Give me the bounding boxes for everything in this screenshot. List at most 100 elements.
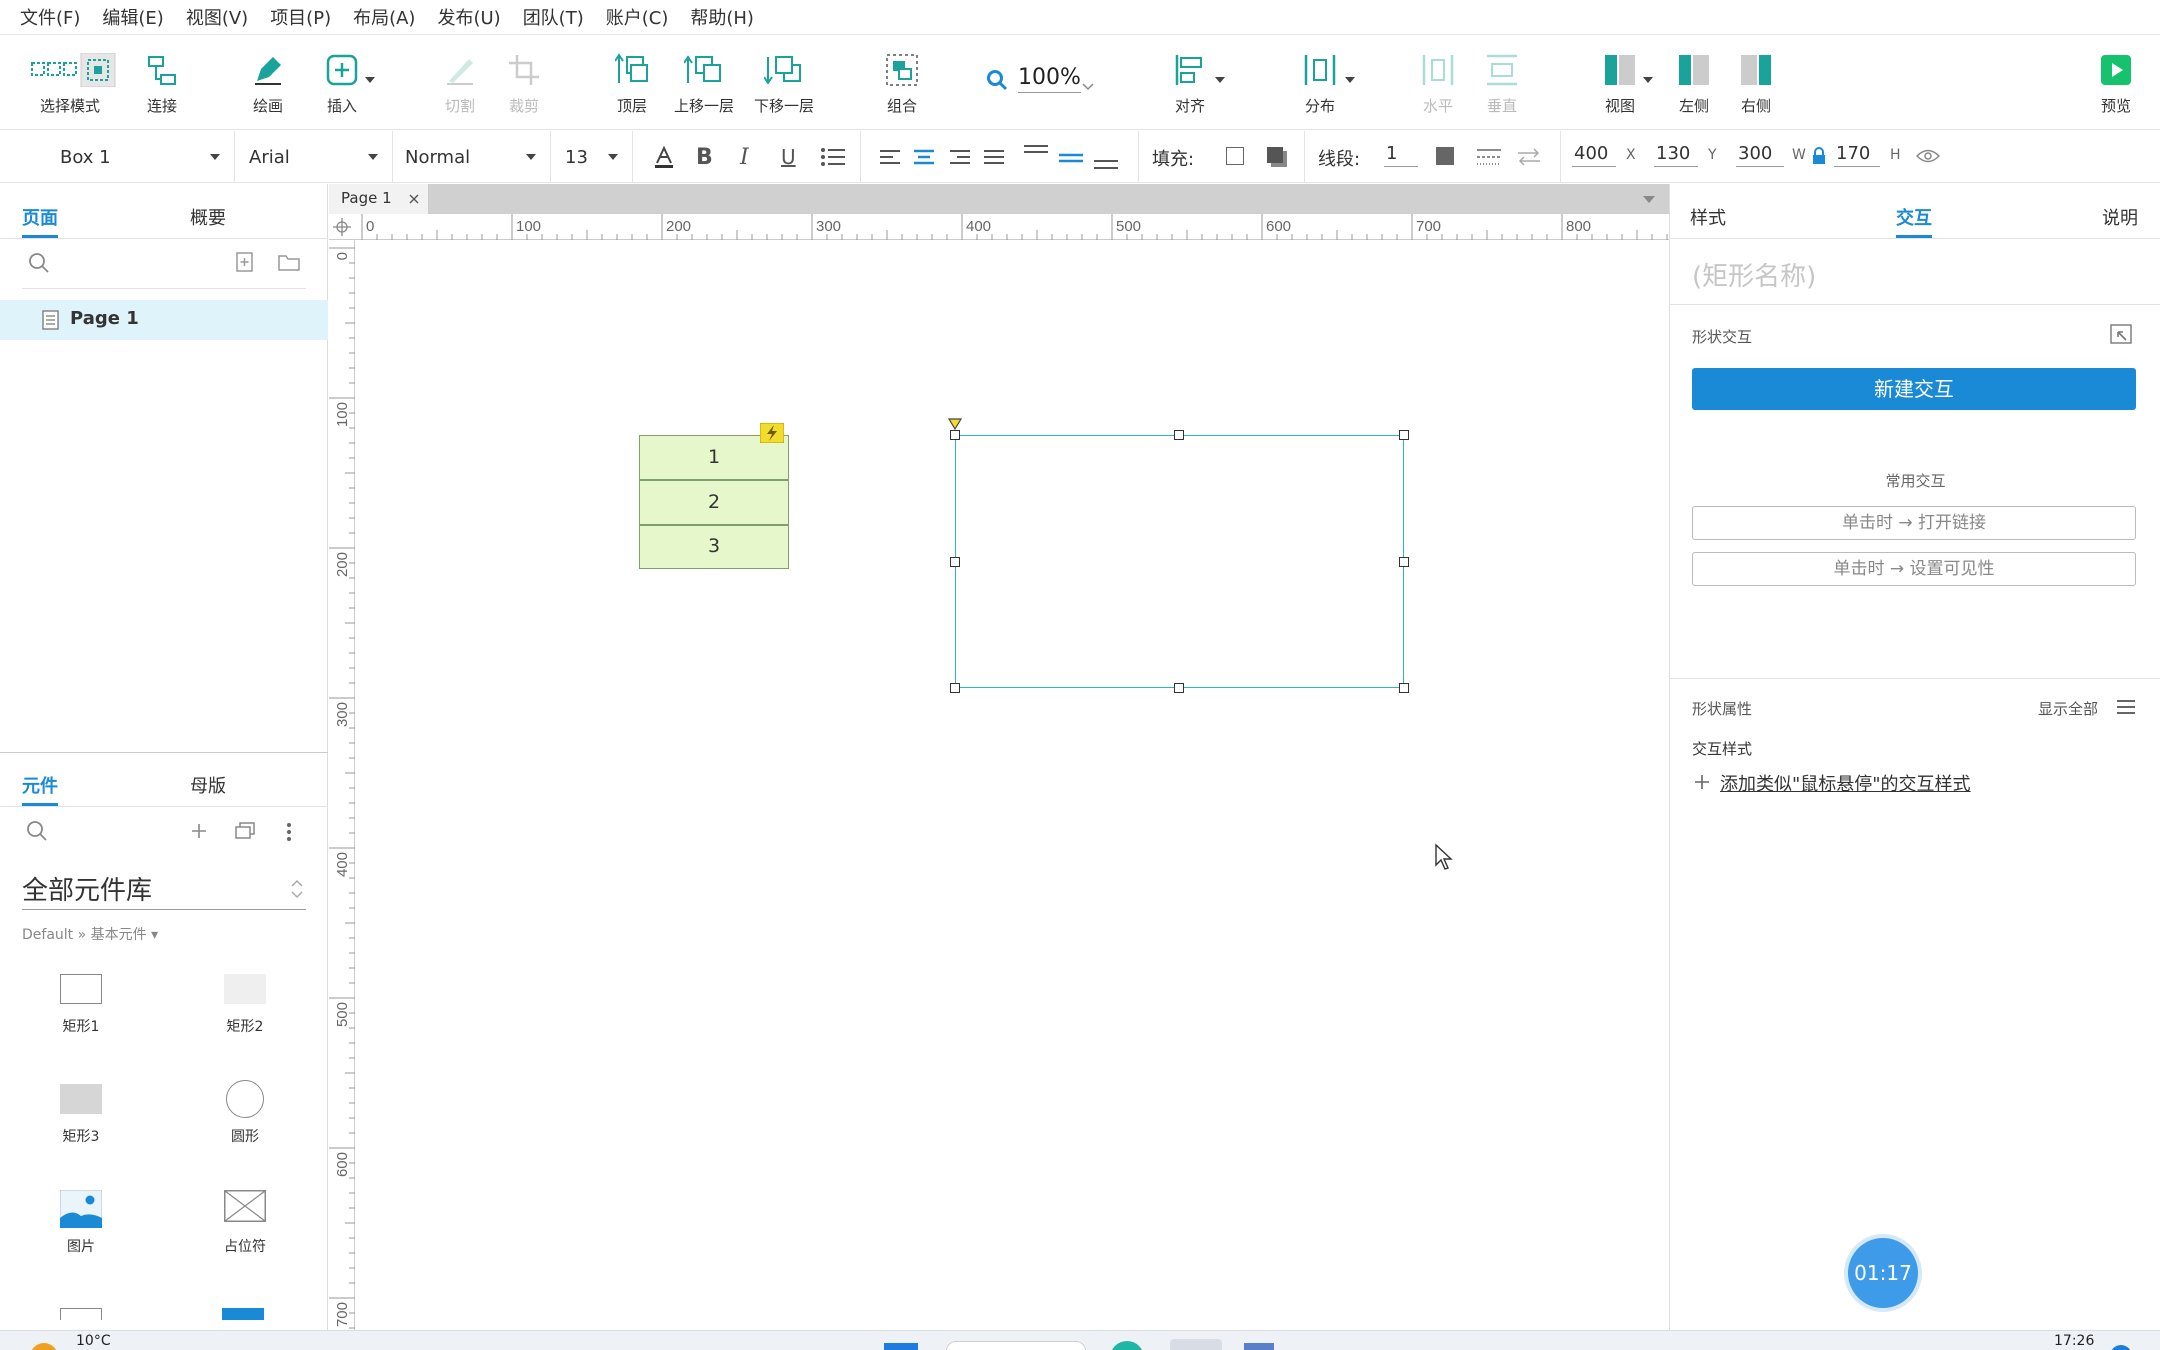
taskbar-search-box[interactable] (946, 1341, 1086, 1350)
stroke-color-swatch[interactable] (1436, 147, 1454, 165)
menu-publish[interactable]: 发布(U) (437, 4, 500, 30)
add-interaction-style-link[interactable]: 添加类似"鼠标悬停"的交互样式 (1720, 770, 1971, 796)
taskbar-app-icon[interactable] (1244, 1343, 1274, 1350)
widget-circle[interactable]: 圆形 (204, 1080, 286, 1146)
add-page-icon[interactable] (236, 252, 254, 272)
library-breadcrumb[interactable]: Default » 基本元件 ▾ (22, 924, 158, 944)
lock-icon[interactable] (1812, 147, 1826, 165)
page-tab[interactable]: Page 1 (329, 184, 429, 214)
more-options-icon[interactable] (284, 822, 294, 842)
resize-handle[interactable] (1399, 430, 1409, 440)
library-select[interactable]: 全部元件库 (22, 868, 306, 910)
widget-search-icon[interactable] (26, 820, 48, 842)
y-position-input[interactable]: 130 (1654, 143, 1698, 167)
menu-account[interactable]: 账户(C) (606, 4, 669, 30)
send-backward-button[interactable]: 下移一层 (744, 53, 824, 116)
group-button[interactable]: 组合 (862, 53, 942, 116)
menu-help[interactable]: 帮助(H) (690, 4, 754, 30)
menu-file[interactable]: 文件(F) (20, 4, 80, 30)
start-windows-icon[interactable] (884, 1343, 918, 1350)
font-style-select[interactable]: Normal (393, 131, 551, 183)
new-interaction-button[interactable]: 新建交互 (1692, 368, 2136, 410)
widget-rect1[interactable]: 矩形1 (40, 974, 122, 1036)
page-tree-item[interactable]: Page 1 (0, 300, 328, 340)
taskbar-app-icon[interactable] (1110, 1341, 1144, 1350)
menu-view[interactable]: 视图(V) (186, 4, 248, 30)
stroke-dash-icon[interactable] (1476, 147, 1502, 167)
menu-team[interactable]: 团队(T) (523, 4, 584, 30)
tab-widgets[interactable]: 元件 (22, 772, 58, 798)
widget-rect3[interactable]: 矩形3 (40, 1084, 122, 1146)
panel-split[interactable] (0, 752, 328, 753)
tab-list-dropdown-icon[interactable] (1643, 196, 1655, 204)
underline-icon[interactable]: U (781, 145, 796, 169)
bring-to-front-button[interactable]: 顶层 (592, 53, 672, 116)
align-text-right-icon[interactable] (948, 145, 972, 169)
font-family-select[interactable]: Arial (235, 131, 393, 183)
shadow-swatch-icon[interactable] (1266, 146, 1288, 168)
resize-handle[interactable] (950, 683, 960, 693)
design-canvas[interactable]: 1 2 3 (356, 241, 1669, 1330)
resize-handle[interactable] (1174, 430, 1184, 440)
add-library-icon[interactable] (190, 822, 208, 840)
zoom-control[interactable]: 100% (986, 63, 1096, 97)
bold-icon[interactable]: B (696, 145, 713, 170)
tab-pages[interactable]: 页面 (22, 204, 58, 230)
distribute-button[interactable]: 分布 (1280, 53, 1360, 116)
widget-primary-button-partial[interactable] (222, 1308, 264, 1320)
select-mode-button[interactable]: 选择模式 (30, 53, 116, 116)
notification-icon[interactable] (2110, 1345, 2132, 1350)
width-input[interactable]: 300 (1736, 143, 1784, 167)
right-pane-toggle[interactable]: 右侧 (1716, 53, 1796, 116)
valign-top-icon[interactable] (1022, 143, 1050, 171)
arrow-style-icon[interactable] (1516, 147, 1542, 167)
resize-handle[interactable] (950, 430, 960, 440)
shape-name-input[interactable]: (矩形名称) (1692, 256, 1816, 293)
menu-layout[interactable]: 布局(A) (353, 4, 415, 30)
resize-handle[interactable] (1399, 683, 1409, 693)
zoom-value[interactable]: 100% (1018, 65, 1081, 93)
align-button[interactable]: 对齐 (1150, 53, 1230, 116)
insert-button[interactable]: 插入 (302, 53, 382, 116)
tab-style[interactable]: 样式 (1690, 204, 1726, 230)
view-button[interactable]: 视图 (1580, 53, 1660, 116)
widget-name-select[interactable]: Box 1 (0, 131, 235, 183)
valign-middle-icon[interactable] (1057, 143, 1085, 171)
vertical-distribute-button[interactable]: 垂直 (1462, 53, 1542, 116)
menu-lines-icon[interactable] (2116, 698, 2136, 716)
font-color-icon[interactable] (652, 145, 676, 169)
ruler-origin-icon[interactable] (333, 218, 351, 236)
resize-handle[interactable] (1399, 557, 1409, 567)
tab-masters[interactable]: 母版 (190, 772, 226, 798)
bring-forward-button[interactable]: 上移一层 (664, 53, 744, 116)
add-folder-icon[interactable] (278, 253, 300, 271)
taskbar-app-icon[interactable] (1170, 1339, 1222, 1350)
list-widget[interactable]: 1 2 3 (639, 435, 789, 569)
bullet-list-icon[interactable] (820, 145, 846, 169)
widget-placeholder[interactable]: 占位符 (204, 1190, 286, 1256)
resize-handle[interactable] (1174, 683, 1184, 693)
connect-button[interactable]: 连接 (122, 53, 202, 116)
interaction-editor-icon[interactable] (2110, 324, 2132, 344)
widget-image[interactable]: 图片 (40, 1190, 122, 1256)
tab-notes[interactable]: 说明 (2102, 204, 2138, 230)
selected-rectangle[interactable] (955, 435, 1404, 688)
stroke-width-input[interactable]: 1 (1384, 143, 1418, 167)
draw-button[interactable]: 绘画 (228, 53, 308, 116)
italic-icon[interactable]: I (740, 145, 749, 170)
tab-outline[interactable]: 概要 (190, 204, 226, 230)
align-text-left-icon[interactable] (878, 145, 902, 169)
align-text-justify-icon[interactable] (982, 145, 1006, 169)
add-style-plus-icon[interactable] (1694, 774, 1710, 790)
page-search-icon[interactable] (28, 252, 50, 274)
visibility-eye-icon[interactable] (1916, 148, 1940, 164)
x-position-input[interactable]: 400 (1572, 143, 1616, 167)
click-set-visibility-button[interactable]: 单击时 → 设置可见性 (1692, 552, 2136, 586)
widget-button-partial[interactable] (60, 1308, 102, 1320)
library-copy-icon[interactable] (234, 822, 256, 840)
height-input[interactable]: 170 (1834, 143, 1880, 167)
recording-timer-badge[interactable]: 01:17 (1848, 1238, 1918, 1308)
rotation-handle-icon[interactable] (948, 417, 962, 431)
show-all-link[interactable]: 显示全部 (2038, 698, 2098, 719)
crop-button[interactable]: 裁剪 (484, 53, 564, 116)
